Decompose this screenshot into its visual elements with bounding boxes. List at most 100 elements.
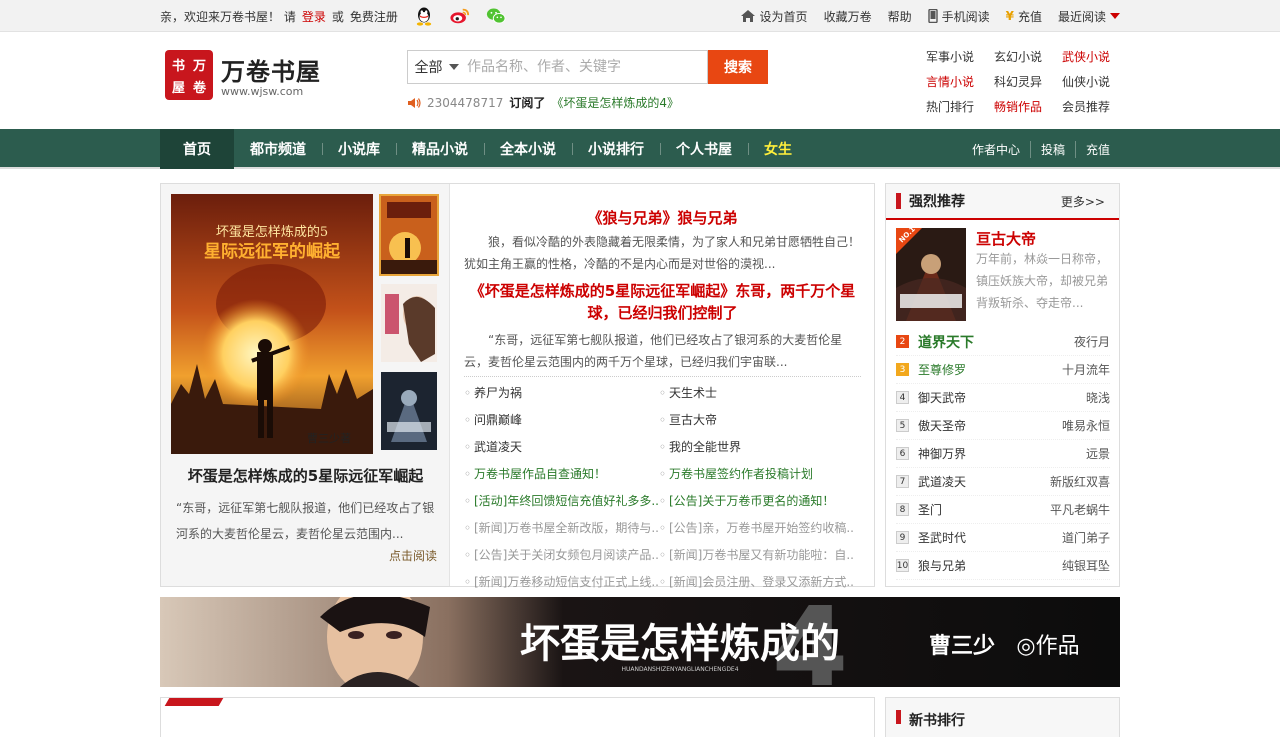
recharge-link[interactable]: ¥ 充值 xyxy=(1006,8,1042,25)
news-summary: 狼，看似冷酷的外表隐藏着无限柔情，为了家人和兄弟甘愿牺牲自己！犹如主角王赢的性格… xyxy=(464,235,861,271)
book-thumbnail[interactable] xyxy=(379,370,439,452)
rank-book-name[interactable]: 圣武时代 xyxy=(918,529,1062,546)
rank-book-name[interactable]: 道界天下 xyxy=(918,332,1074,352)
search-input[interactable] xyxy=(465,50,708,84)
author-center-link[interactable]: 作者中心 xyxy=(962,141,1030,158)
news-link[interactable]: 天生术士 xyxy=(659,380,854,407)
news-link[interactable]: [公告]关于关闭女频包月阅读产品... xyxy=(464,542,659,569)
category-link[interactable]: 玄幻小说 xyxy=(994,48,1062,65)
nav-ranking[interactable]: 小说排行 xyxy=(572,129,660,169)
news-link[interactable]: [新闻]万卷书屋又有新功能啦：自... xyxy=(659,542,854,569)
top-book-title[interactable]: 亘古大帝 xyxy=(976,228,1036,249)
rank-number: 2 xyxy=(896,335,909,348)
rank-book-name[interactable]: 武道凌天 xyxy=(918,473,1050,490)
rank-book-name[interactable]: 圣门 xyxy=(918,501,1050,518)
nav-library[interactable]: 小说库 xyxy=(322,129,396,169)
category-link[interactable]: 武侠小说 xyxy=(1062,48,1130,65)
rank-book-name[interactable]: 神御万界 xyxy=(918,445,1086,462)
ranking-row[interactable]: 3 至尊修罗 十月流年 xyxy=(896,356,1110,384)
news-link[interactable]: [活动]年终回馈短信充值好礼多多... xyxy=(464,488,659,515)
news-link[interactable]: 养尸为祸 xyxy=(464,380,659,407)
category-link[interactable]: 畅销作品 xyxy=(994,98,1062,115)
register-link[interactable]: 免费注册 xyxy=(350,8,398,25)
top-book-cover[interactable]: NO.1 xyxy=(896,228,966,321)
rank-book-name[interactable]: 傲天圣帝 xyxy=(918,417,1062,434)
qq-icon[interactable] xyxy=(414,6,434,26)
ranking-row[interactable]: 6 神御万界 远景 xyxy=(896,440,1110,468)
news-link[interactable]: [新闻]万卷移动短信支付正式上线... xyxy=(464,569,659,596)
ranking-row[interactable]: 9 圣武时代 道门弟子 xyxy=(896,524,1110,552)
recent-reading-dropdown[interactable]: 最近阅读 xyxy=(1058,8,1120,25)
subscribed-book-link[interactable]: 《坏蛋是怎样炼成的4》 xyxy=(551,94,679,111)
bookmark-link[interactable]: 收藏万卷 xyxy=(824,8,872,25)
featured-title[interactable]: 坏蛋是怎样炼成的5星际远征军崛起 xyxy=(161,465,450,486)
news-link[interactable]: 我的全能世界 xyxy=(659,434,854,461)
help-link[interactable]: 帮助 xyxy=(888,8,912,25)
category-link[interactable]: 军事小说 xyxy=(926,48,994,65)
news-link[interactable]: 亘古大帝 xyxy=(659,407,854,434)
logo-seal: 书 万 屋 卷 xyxy=(165,50,213,100)
news-link[interactable]: [公告]关于万卷币更名的通知！ xyxy=(659,488,854,515)
news-link[interactable]: 万卷书屋作品自查通知！ xyxy=(464,461,659,488)
recharge-label: 充值 xyxy=(1017,9,1042,24)
news-link[interactable]: [公告]亲，万卷书屋开始签约收稿... xyxy=(659,515,854,542)
ranking-row[interactable]: 7 武道凌天 新版红双喜 xyxy=(896,468,1110,496)
news-headline[interactable]: 《坏蛋是怎样炼成的5星际远征军崛起》东哥，两千万个星球，已经归我们控制了 xyxy=(464,280,861,324)
nav-right-links: 作者中心 投稿 充值 xyxy=(962,140,1120,158)
book-thumbnail[interactable] xyxy=(379,194,439,276)
news-link[interactable]: 万卷书屋签约作者投稿计划 xyxy=(659,461,854,488)
rank-book-name[interactable]: 至尊修罗 xyxy=(918,361,1062,378)
news-link[interactable]: [新闻]会员注册、登录又添新方式... xyxy=(659,569,854,596)
read-more-link[interactable]: 点击阅读 xyxy=(389,547,437,564)
weibo-icon[interactable] xyxy=(450,6,470,26)
wechat-icon[interactable] xyxy=(486,6,506,26)
ranking-row[interactable]: 10 狼与兄弟 纯银耳坠 xyxy=(896,552,1110,580)
new-books-ranking: 新书排行 xyxy=(885,697,1120,737)
book-thumbnail[interactable] xyxy=(379,282,439,364)
news-headline[interactable]: 《狼与兄弟》狼与兄弟 xyxy=(464,207,861,229)
category-link[interactable]: 会员推荐 xyxy=(1062,98,1130,115)
rank-number: 4 xyxy=(896,391,909,404)
top-book-desc: 万年前，林焱一日称帝，镇压妖族大帝，却被兄弟背叛斩杀、夺走帝... xyxy=(976,252,1109,310)
nav-recharge-link[interactable]: 充值 xyxy=(1074,140,1120,158)
speaker-icon xyxy=(408,97,421,108)
seal-char: 书 xyxy=(171,58,185,74)
news-link[interactable]: [新闻]万卷书屋全新改版，期待与... xyxy=(464,515,659,542)
category-link[interactable]: 科幻灵异 xyxy=(994,73,1062,90)
featured-cover[interactable]: 坏蛋是怎样炼成的5 星际远征军的崛起 曹三少著 xyxy=(171,194,373,454)
rank-book-name[interactable]: 狼与兄弟 xyxy=(918,557,1062,574)
category-link[interactable]: 言情小说 xyxy=(926,73,994,90)
nav-home[interactable]: 首页 xyxy=(160,129,234,169)
featured-book: 坏蛋是怎样炼成的5 星际远征军的崛起 曹三少著 坏蛋是怎样炼成的5星际远征军崛起… xyxy=(161,184,450,586)
site-logo[interactable]: 书 万 屋 卷 万卷书屋 www.wjsw.com xyxy=(165,50,321,100)
nav-urban[interactable]: 都市频道 xyxy=(234,129,322,169)
yen-icon: ¥ xyxy=(1005,9,1014,23)
cover-title-line2: 星际远征军的崛起 xyxy=(204,241,341,262)
more-link[interactable]: 更多>> xyxy=(1061,193,1105,210)
rank-number: 9 xyxy=(896,531,909,544)
set-homepage-link[interactable]: 设为首页 xyxy=(740,8,808,25)
chevron-down-icon xyxy=(448,64,459,70)
subscribed-text: 订阅了 xyxy=(509,96,546,110)
ranking-row[interactable]: 5 傲天圣帝 唯易永恒 xyxy=(896,412,1110,440)
news-link[interactable]: 武道凌天 xyxy=(464,434,659,461)
ranking-row[interactable]: 8 圣门 平凡老蜗牛 xyxy=(896,496,1110,524)
nav-premium[interactable]: 精品小说 xyxy=(396,129,484,169)
search-button[interactable]: 搜索 xyxy=(708,50,768,84)
mobile-reading-link[interactable]: 手机阅读 xyxy=(927,8,990,25)
category-link[interactable]: 仙侠小说 xyxy=(1062,73,1130,90)
nav-complete[interactable]: 全本小说 xyxy=(484,129,572,169)
news-link[interactable]: 问鼎巅峰 xyxy=(464,407,659,434)
seal-char: 万 xyxy=(192,58,206,74)
ranking-row[interactable]: 4 御天武帝 晓浅 xyxy=(896,384,1110,412)
category-link[interactable]: 热门排行 xyxy=(926,98,994,115)
submit-link[interactable]: 投稿 xyxy=(1029,140,1075,158)
rank-book-name[interactable]: 御天武帝 xyxy=(918,389,1086,406)
nav-female[interactable]: 女生 xyxy=(748,129,808,169)
nav-my-library[interactable]: 个人书屋 xyxy=(660,129,748,169)
ranking-row[interactable]: 2 道界天下 夜行月 xyxy=(896,328,1110,356)
login-link[interactable]: 登录 xyxy=(302,8,326,25)
promo-banner[interactable]: 4 坏蛋是怎样炼成的 HUANDANSHIZENYANGLIANCHENGDE4… xyxy=(160,597,1120,687)
cover-title-line1: 坏蛋是怎样炼成的5 xyxy=(216,224,328,240)
search-category-select[interactable]: 全部 xyxy=(407,50,465,84)
